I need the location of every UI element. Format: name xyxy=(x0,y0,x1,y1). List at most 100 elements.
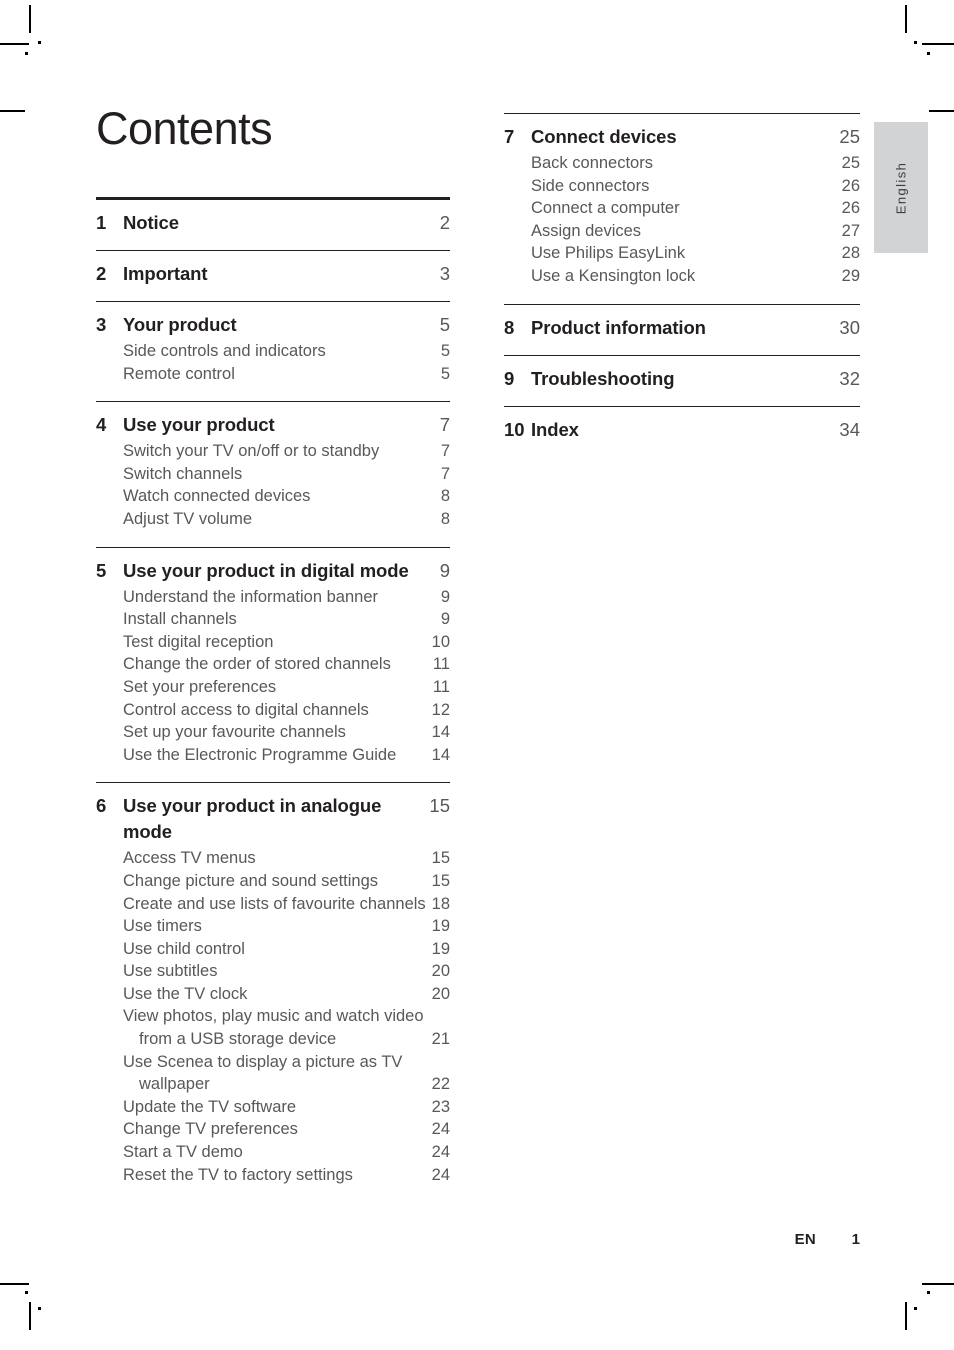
toc-entry-subsection[interactable]: 0Test digital reception10 xyxy=(96,631,450,654)
toc-entry-subsection[interactable]: 0Connect a computer26 xyxy=(504,197,860,220)
toc-subentry-title: Use child control xyxy=(123,939,245,958)
toc-subentry-title: Test digital reception xyxy=(123,632,274,651)
toc-subentry-page-number: 9 xyxy=(440,610,450,629)
toc-subentry-page-number: 24 xyxy=(431,1120,450,1139)
toc-section-group: 6Use your product in analogue mode150Acc… xyxy=(96,782,450,1186)
toc-entry-subsection[interactable]: 0Update the TV software23 xyxy=(96,1096,450,1119)
toc-subentry-title: Reset the TV to factory settings xyxy=(123,1165,353,1184)
toc-subentry-title: Remote control xyxy=(123,364,235,383)
toc-entry-number: 9 xyxy=(504,367,515,389)
toc-subentry-page-number: 26 xyxy=(841,199,860,218)
toc-entry-subsection[interactable]: 0Switch your TV on/off or to standby7 xyxy=(96,440,450,463)
toc-entry-subsection[interactable]: 0Use subtitles20 xyxy=(96,960,450,983)
toc-entry-section[interactable]: 10 Index 34 xyxy=(504,407,860,445)
toc-subentry-page-number: 18 xyxy=(431,894,450,913)
toc-entry-subsection[interactable]: 0Side controls and indicators5 xyxy=(96,340,450,363)
toc-subentry-page-number: 14 xyxy=(431,723,450,742)
toc-entry-number: 7 xyxy=(504,126,515,147)
toc-entry-section[interactable]: 6 Use your product in analogue mode 15 xyxy=(96,783,450,847)
toc-entry-page-number: 9 xyxy=(439,559,450,581)
toc-subentry-page-number: 28 xyxy=(841,244,860,263)
toc-entry-subsection[interactable]: 0Start a TV demo24 xyxy=(96,1141,450,1164)
toc-entry-section[interactable]: 3 Your product 5 xyxy=(96,302,450,340)
toc-subentry-page-number: 15 xyxy=(431,849,450,868)
toc-section-group: 2 Important 3 xyxy=(96,250,450,289)
toc-entry-subsection[interactable]: 0Use timers19 xyxy=(96,915,450,938)
toc-entry-subsection[interactable]: 0Access TV menus15 xyxy=(96,847,450,870)
toc-entry-subsection[interactable]: 0View photos, play music and watch video xyxy=(96,1005,450,1028)
toc-subentry-title: Use Scenea to display a picture as TV xyxy=(123,1052,403,1071)
toc-entry-title: Important xyxy=(123,263,208,284)
toc-subentry-page-number: 27 xyxy=(841,221,860,240)
toc-subentry-title: Watch connected devices xyxy=(123,487,311,506)
toc-subentry-title: Use Philips EasyLink xyxy=(531,244,686,263)
toc-entry-section[interactable]: 8 Product information 30 xyxy=(504,305,860,343)
toc-entry-subsection[interactable]: 0Change TV preferences24 xyxy=(96,1118,450,1141)
toc-entry-subsection[interactable]: 0Set up your favourite channels14 xyxy=(96,721,450,744)
toc-entry-subsection[interactable]: 0Use Scenea to display a picture as TV xyxy=(96,1051,450,1074)
toc-entry-subsection-continuation[interactable]: 0wallpaper22 xyxy=(96,1073,450,1096)
toc-entry-page-number: 32 xyxy=(839,367,860,389)
toc-entry-subsection[interactable]: 0Set your preferences11 xyxy=(96,676,450,699)
toc-subentry-title: Switch channels xyxy=(123,464,243,483)
toc-entry-subsection[interactable]: 0Assign devices27 xyxy=(504,220,860,243)
toc-entry-subsection[interactable]: 0Adjust TV volume8 xyxy=(96,508,450,531)
toc-entry-section[interactable]: 7 Connect devices 25 xyxy=(504,114,860,152)
toc-entry-title: Product information xyxy=(531,316,706,338)
toc-subentry-page-number: 24 xyxy=(431,1165,450,1184)
toc-entry-subsection-continuation[interactable]: 0from a USB storage device21 xyxy=(96,1028,450,1051)
toc-entry-section[interactable]: 2 Important 3 xyxy=(96,251,450,289)
toc-entry-subsection[interactable]: 0Change the order of stored channels11 xyxy=(96,653,450,676)
toc-entry-subsection[interactable]: 0Back connectors25 xyxy=(504,152,860,175)
toc-section-group: 9 Troubleshooting 32 xyxy=(504,354,860,394)
toc-subentry-title: Use subtitles xyxy=(123,962,218,981)
toc-entry-subsection[interactable]: 0Reset the TV to factory settings24 xyxy=(96,1164,450,1187)
toc-entry-section[interactable]: 5 Use your product in digital mode 9 xyxy=(96,548,450,586)
toc-entry-page-number: 3 xyxy=(439,263,450,284)
toc-entry-subsection[interactable]: 0Install channels9 xyxy=(96,608,450,631)
toc-entry-subsection[interactable]: 0Use child control19 xyxy=(96,938,450,961)
toc-entry-section[interactable]: 9 Troubleshooting 32 xyxy=(504,356,860,394)
toc-section-group: 5Use your product in digital mode90Under… xyxy=(96,546,450,767)
toc-entry-subsection[interactable]: 0Use a Kensington lock29 xyxy=(504,265,860,288)
toc-entry-subsection[interactable]: 0Use the TV clock20 xyxy=(96,983,450,1006)
toc-subentry-page-number: 5 xyxy=(440,364,450,383)
toc-section-group: 3Your product50Side controls and indicat… xyxy=(96,301,450,385)
toc-entry-page-number: 15 xyxy=(429,795,450,817)
toc-entry-subsection[interactable]: 0Control access to digital channels12 xyxy=(96,699,450,722)
toc-entry-subsection[interactable]: 0Change picture and sound settings15 xyxy=(96,870,450,893)
toc-entry-title: Connect devices xyxy=(531,126,677,147)
toc-entry-title: Notice xyxy=(123,212,179,233)
toc-entry-page-number: 5 xyxy=(439,314,450,335)
toc-subentry-page-number: 7 xyxy=(440,464,450,483)
toc-subentry-title: Understand the information banner xyxy=(123,587,378,606)
toc-entry-number: 2 xyxy=(96,263,107,284)
toc-entry-number: 8 xyxy=(504,316,515,338)
toc-entry-page-number: 2 xyxy=(439,212,450,233)
footer-page-number: 1 xyxy=(851,1231,860,1248)
toc-subentry-page-number: 5 xyxy=(440,342,450,360)
toc-entry-section[interactable]: 4 Use your product 7 xyxy=(96,402,450,440)
toc-entry-subsection[interactable]: 0Create and use lists of favourite chann… xyxy=(96,893,450,916)
toc-subentry-page-number: 14 xyxy=(431,745,450,764)
toc-entry-subsection[interactable]: 0Understand the information banner9 xyxy=(96,586,450,609)
toc-subentry-page-number: 23 xyxy=(431,1097,450,1116)
toc-entry-subsection[interactable]: 0Watch connected devices8 xyxy=(96,485,450,508)
toc-subentry-page-number: 22 xyxy=(431,1075,450,1094)
toc-entry-title: Index xyxy=(531,418,579,440)
toc-entry-section[interactable]: 1 Notice 2 xyxy=(96,200,450,238)
toc-subentry-title: Create and use lists of favourite channe… xyxy=(123,894,426,913)
toc-entry-subsection[interactable]: 0Switch channels7 xyxy=(96,463,450,486)
toc-entry-subsection[interactable]: 0Use the Electronic Programme Guide14 xyxy=(96,744,450,767)
toc-entry-subsection[interactable]: 0Remote control5 xyxy=(96,363,450,386)
toc-entry-subsection[interactable]: 0Use Philips EasyLink28 xyxy=(504,242,860,265)
footer-language-code: EN xyxy=(794,1231,816,1248)
toc-entry-subsection[interactable]: 0Side connectors26 xyxy=(504,175,860,198)
toc-subentry-page-number: 29 xyxy=(841,266,860,285)
toc-subentry-title: Change picture and sound settings xyxy=(123,871,379,890)
toc-subentry-page-number: 10 xyxy=(431,632,450,651)
